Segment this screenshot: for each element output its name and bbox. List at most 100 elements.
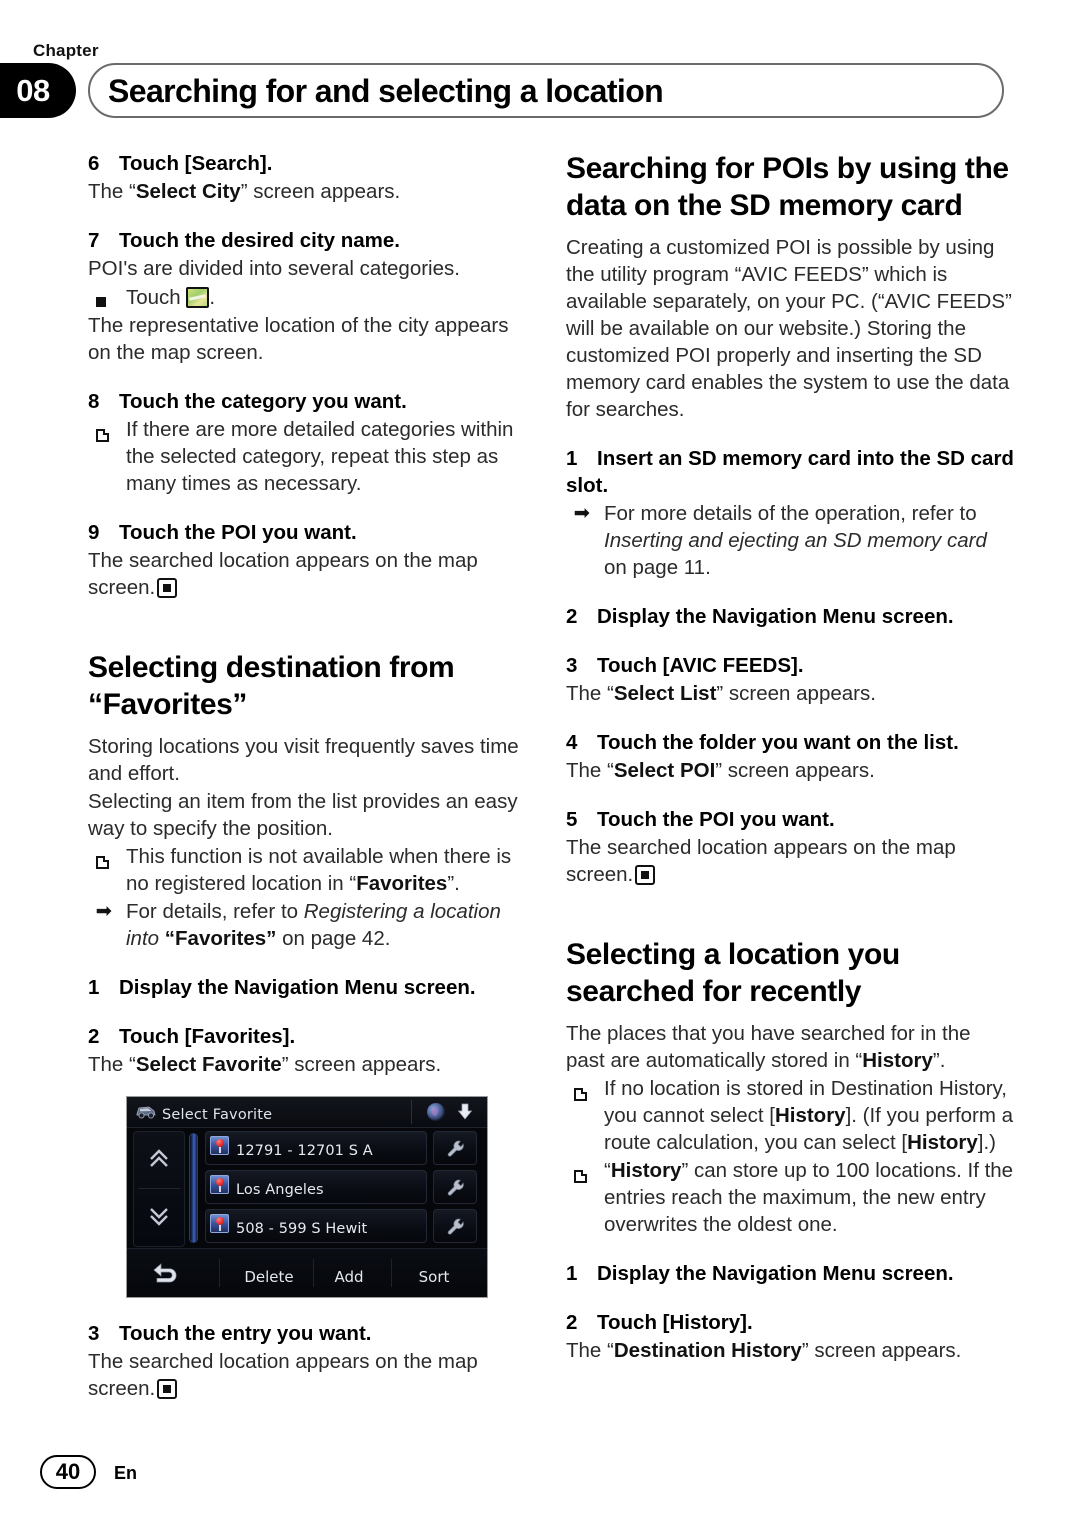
step-7-body-1: POI's are divided into several categorie… [88,257,460,280]
end-of-section-marker-icon [157,578,178,598]
globe-icon[interactable] [427,1103,445,1121]
page-title: Searching for and selecting a location [108,73,664,109]
list-scrollbar[interactable] [189,1133,198,1243]
navigation-screenshot: Select Favorite 12791 - 12701 S A Los An… [126,1096,488,1298]
list-item-label: 12791 - 12701 S A [236,1143,373,1159]
step-8-title: Touch the category you want. [119,390,407,413]
history-step-2-body-pre: The “ [566,1339,614,1362]
step-9-heading: 9 Touch the POI you want. [88,519,536,546]
right-column: Searching for POIs by using the data on … [566,150,1014,1364]
sd-step-3-body-pre: The “ [566,682,614,705]
list-item[interactable]: 12791 - 12701 S A [205,1129,483,1167]
page-header: Chapter 08 Searching for and selecting a… [0,0,1080,130]
sort-button[interactable]: Sort [403,1264,465,1291]
history-note-1-bold-2: History [907,1131,978,1154]
step-6-body-bold: Select City [135,180,241,203]
language-code: En [114,1463,138,1483]
delete-button[interactable]: Delete [233,1264,305,1291]
favorites-list: 12791 - 12701 S A Los Angeles 508 - 599 … [205,1129,483,1246]
scroll-buttons-column [133,1131,185,1247]
end-of-section-marker-icon [635,865,656,885]
favorites-step-3-body: The searched location appears on the map… [88,1348,536,1402]
sd-step-5-heading: 5 Touch the POI you want. [566,806,1014,833]
section-heading-favorites: Selecting destination from “Favorites” [88,651,455,721]
step-9-body: The searched location appears on the map… [88,547,536,601]
note-square-bullet-icon [96,416,120,443]
sd-step-4-body: The “Select POI” screen appears. [566,757,1014,784]
history-step-1-number: 1 [566,1262,578,1285]
step-7-heading: 7 Touch the desired city name. [88,227,536,254]
sd-step-1-number: 1 [566,447,578,470]
favorites-step-1-title: Display the Navigation Menu screen. [119,976,476,999]
sd-step-4-heading: 4 Touch the folder you want on the list. [566,729,1014,756]
step-7-sub-bullet-text: Touch [126,286,181,309]
favorites-para-1: Storing locations you visit frequently s… [88,735,519,785]
history-step-2-heading: 2 Touch [History]. [566,1309,1014,1336]
history-note-1-post: ].) [977,1131,996,1154]
favorites-step-2-heading: 2 Touch [Favorites]. [88,1023,536,1050]
sd-step-3-title: Touch [AVIC FEEDS]. [597,654,804,677]
favorites-step-3-body-text: The searched location appears on the map… [88,1350,478,1400]
favorites-step-3-number: 3 [88,1322,100,1345]
sd-step-4-title: Touch the folder you want on the list. [597,731,959,754]
favorites-note-1-bold: Favorites [356,872,448,895]
sd-step-1-ref-post: on page 11. [604,556,711,579]
sd-step-1-heading: 1 Insert an SD memory card into the SD ca… [566,445,1014,499]
sd-step-4-number: 4 [566,731,578,754]
sd-step-3-body-post: ” screen appears. [716,682,876,705]
step-7-sub-bullet: Touch . [88,283,536,311]
sd-step-3-body: The “Select List” screen appears. [566,680,1014,707]
step-8-heading: 8 Touch the category you want. [88,388,536,415]
history-step-2-title: Touch [History]. [597,1311,753,1334]
step-6-body-pre: The “ [88,180,136,203]
bottom-bar-divider [313,1259,314,1287]
add-button[interactable]: Add [323,1264,375,1291]
section-heading-sd-card: Searching for POIs by using the data on … [566,152,1009,222]
sd-step-1-reference: ➟ For more details of the operation, ref… [566,500,1014,581]
step-6-title: Touch [Search]. [119,152,273,175]
history-para-1: The places that you have searched for in… [566,1020,1014,1074]
list-item-edit-button[interactable] [433,1209,477,1243]
favorites-ref-1-post: on page 42. [276,927,391,950]
scroll-down-icon[interactable] [147,1204,171,1228]
wrench-icon [447,1140,464,1157]
step-9-title: Touch the POI you want. [119,521,357,544]
favorites-note-1: This function is not available when ther… [88,843,536,897]
back-arrow-icon[interactable] [149,1259,179,1287]
sd-step-5-number: 5 [566,808,578,831]
history-step-1-title: Display the Navigation Menu screen. [597,1262,954,1285]
sd-step-3-number: 3 [566,654,578,677]
history-step-2-body-post: ” screen appears. [801,1339,962,1362]
sd-step-5-title: Touch the POI you want. [597,808,835,831]
sd-step-5-body-text: The searched location appears on the map… [566,836,956,886]
sd-step-4-body-pre: The “ [566,759,614,782]
bottom-bar-divider [219,1259,220,1287]
favorites-ref-1-bold: “Favorites” [164,927,277,950]
favorites-note-1-post: ”. [447,872,460,895]
history-para-1-post: ”. [932,1049,946,1072]
sd-step-4-body-bold: Select POI [613,759,716,782]
sd-para-1: Creating a customized POI is possible by… [566,236,1012,421]
favorites-step-3-heading: 3 Touch the entry you want. [88,1320,536,1347]
reference-arrow-icon: ➟ [96,901,112,922]
scroll-up-icon[interactable] [147,1147,171,1171]
list-item-edit-button[interactable] [433,1170,477,1204]
section-heading-history: Selecting a location you searched for re… [566,938,900,1008]
step-7-title: Touch the desired city name. [119,229,400,252]
list-item[interactable]: Los Angeles [205,1168,483,1206]
wrench-icon [447,1218,464,1235]
location-pin-icon [210,1175,229,1194]
step-6-number: 6 [88,152,100,175]
screenshot-title-bar: Select Favorite [127,1097,487,1128]
favorites-step-3-title: Touch the entry you want. [119,1322,372,1345]
list-item-edit-button[interactable] [433,1131,477,1165]
note-square-bullet-icon [574,1075,598,1102]
favorites-step-2-number: 2 [88,1025,100,1048]
down-arrow-icon[interactable] [455,1102,475,1122]
map-thumbnail-icon [186,287,210,308]
favorites-step-1-heading: 1 Display the Navigation Menu screen. [88,974,536,1001]
list-item-label: Los Angeles [236,1182,324,1198]
left-column: 6 Touch [Search]. The “Select City” scree… [88,150,536,1402]
reference-arrow-icon: ➟ [574,503,590,524]
list-item[interactable]: 508 - 599 S Hewit [205,1207,483,1245]
